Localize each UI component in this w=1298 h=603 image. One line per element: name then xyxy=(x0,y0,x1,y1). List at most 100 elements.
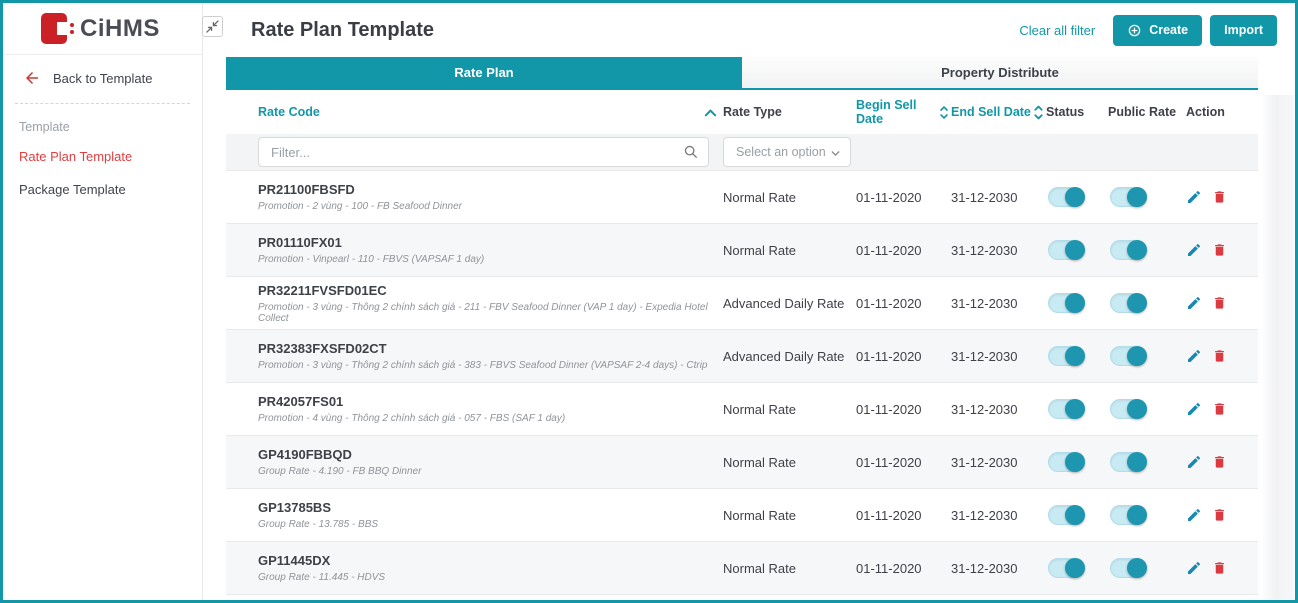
end-sell-date-cell: 31-12-2030 xyxy=(951,561,1046,576)
status-toggle[interactable] xyxy=(1048,187,1085,207)
rate-code: GP4190FBBQD xyxy=(258,447,723,462)
delete-icon[interactable] xyxy=(1212,189,1227,205)
toggle-knob xyxy=(1065,240,1085,260)
sort-up-down-icon xyxy=(1033,104,1044,121)
rate-description: Promotion - 4 vùng - Thông 2 chính sách … xyxy=(258,413,723,424)
begin-sell-date-cell: 01-11-2020 xyxy=(856,561,951,576)
edit-icon[interactable] xyxy=(1186,189,1202,205)
rate-code-cell: PR21100FBSFD Promotion - 2 vùng - 100 - … xyxy=(258,182,723,212)
public-rate-toggle[interactable] xyxy=(1110,505,1147,525)
table-row: PR21100FBSFD Promotion - 2 vùng - 100 - … xyxy=(226,170,1258,223)
rate-description: Promotion - Vinpearl - 110 - FBVS (VAPSA… xyxy=(258,254,723,265)
toggle-knob xyxy=(1127,240,1147,260)
public-rate-toggle[interactable] xyxy=(1110,293,1147,313)
edit-icon[interactable] xyxy=(1186,401,1202,417)
status-cell xyxy=(1046,293,1108,313)
brand-logo: CiHMS xyxy=(3,3,202,55)
clear-all-filter-link[interactable]: Clear all filter xyxy=(1019,23,1095,38)
end-sell-date-cell: 31-12-2030 xyxy=(951,508,1046,523)
status-toggle[interactable] xyxy=(1048,558,1085,578)
edit-icon[interactable] xyxy=(1186,507,1202,523)
begin-sell-date-cell: 01-11-2020 xyxy=(856,190,951,205)
status-toggle[interactable] xyxy=(1048,346,1085,366)
begin-sell-date-cell: 01-11-2020 xyxy=(856,455,951,470)
sidebar-item-rate-plan-template[interactable]: Rate Plan Template xyxy=(3,140,202,173)
public-rate-cell xyxy=(1108,346,1186,366)
rate-code: PR01110FX01 xyxy=(258,235,723,250)
toggle-knob xyxy=(1065,293,1085,313)
rate-code-filter xyxy=(258,137,709,167)
status-toggle[interactable] xyxy=(1048,399,1085,419)
back-to-template-link[interactable]: Back to Template xyxy=(3,55,202,99)
rate-code-filter-input[interactable] xyxy=(258,137,709,167)
column-label: End Sell Date xyxy=(951,105,1031,119)
end-sell-date-cell: 31-12-2030 xyxy=(951,349,1046,364)
sidebar: CiHMS Back to Template Template Rate Pla… xyxy=(3,3,203,600)
edit-icon[interactable] xyxy=(1186,295,1202,311)
delete-icon[interactable] xyxy=(1212,507,1227,523)
column-label: Public Rate xyxy=(1108,105,1176,119)
action-cell xyxy=(1186,295,1226,311)
rate-type-cell: Normal Rate xyxy=(723,243,856,258)
rate-code-cell: GP11445DX Group Rate - 11.445 - HDVS xyxy=(258,553,723,583)
status-toggle[interactable] xyxy=(1048,505,1085,525)
delete-icon[interactable] xyxy=(1212,454,1227,470)
status-cell xyxy=(1046,505,1108,525)
toggle-knob xyxy=(1127,187,1147,207)
tab-rate-plan[interactable]: Rate Plan xyxy=(226,57,742,88)
delete-icon[interactable] xyxy=(1212,348,1227,364)
status-toggle[interactable] xyxy=(1048,452,1085,472)
create-button[interactable]: Create xyxy=(1113,15,1202,46)
public-rate-toggle[interactable] xyxy=(1110,558,1147,578)
column-header-rate-code[interactable]: Rate Code xyxy=(258,105,723,119)
action-cell xyxy=(1186,189,1226,205)
end-sell-date-cell: 31-12-2030 xyxy=(951,455,1046,470)
toggle-knob xyxy=(1065,452,1085,472)
vertical-scrollbar[interactable] xyxy=(1263,95,1294,600)
app-window: CiHMS Back to Template Template Rate Pla… xyxy=(0,0,1298,603)
edit-icon[interactable] xyxy=(1186,560,1202,576)
edit-icon[interactable] xyxy=(1186,348,1202,364)
tab-property-distribute[interactable]: Property Distribute xyxy=(742,57,1258,88)
page-title: Rate Plan Template xyxy=(251,19,1019,42)
rate-description: Promotion - 3 vùng - Thông 2 chính sách … xyxy=(258,360,723,371)
table-body: PR21100FBSFD Promotion - 2 vùng - 100 - … xyxy=(226,170,1258,594)
status-toggle[interactable] xyxy=(1048,240,1085,260)
rate-type-cell: Normal Rate xyxy=(723,561,856,576)
rate-code-cell: GP13785BS Group Rate - 13.785 - BBS xyxy=(258,500,723,530)
public-rate-toggle[interactable] xyxy=(1110,346,1147,366)
import-button[interactable]: Import xyxy=(1210,15,1277,46)
delete-icon[interactable] xyxy=(1212,242,1227,258)
column-header-rate-type: Rate Type xyxy=(723,105,856,119)
delete-icon[interactable] xyxy=(1212,401,1227,417)
status-toggle[interactable] xyxy=(1048,293,1085,313)
toggle-knob xyxy=(1127,452,1147,472)
column-header-begin-sell-date[interactable]: Begin Sell Date xyxy=(856,98,951,126)
delete-icon[interactable] xyxy=(1212,295,1227,311)
delete-icon[interactable] xyxy=(1212,560,1227,576)
edit-icon[interactable] xyxy=(1186,454,1202,470)
public-rate-toggle[interactable] xyxy=(1110,187,1147,207)
public-rate-cell xyxy=(1108,293,1186,313)
column-header-public-rate: Public Rate xyxy=(1108,105,1186,119)
toggle-knob xyxy=(1127,558,1147,578)
sidebar-item-package-template[interactable]: Package Template xyxy=(3,173,202,206)
column-header-end-sell-date[interactable]: End Sell Date xyxy=(951,104,1046,121)
status-cell xyxy=(1046,187,1108,207)
rate-type-select[interactable]: Select an option xyxy=(723,137,851,167)
action-cell xyxy=(1186,560,1226,576)
column-label: Rate Code xyxy=(258,105,320,119)
public-rate-toggle[interactable] xyxy=(1110,452,1147,472)
rate-code: GP13785BS xyxy=(258,500,723,515)
column-header-status: Status xyxy=(1046,105,1108,119)
public-rate-toggle[interactable] xyxy=(1110,240,1147,260)
sidebar-collapse-button[interactable] xyxy=(202,16,223,37)
rate-code: PR32383FXSFD02CT xyxy=(258,341,723,356)
begin-sell-date-cell: 01-11-2020 xyxy=(856,402,951,417)
public-rate-toggle[interactable] xyxy=(1110,399,1147,419)
rate-type-cell: Normal Rate xyxy=(723,508,856,523)
rate-code-cell: PR32383FXSFD02CT Promotion - 3 vùng - Th… xyxy=(258,341,723,371)
edit-icon[interactable] xyxy=(1186,242,1202,258)
end-sell-date-cell: 31-12-2030 xyxy=(951,243,1046,258)
table-row: PR32211FVSFD01EC Promotion - 3 vùng - Th… xyxy=(226,276,1258,329)
